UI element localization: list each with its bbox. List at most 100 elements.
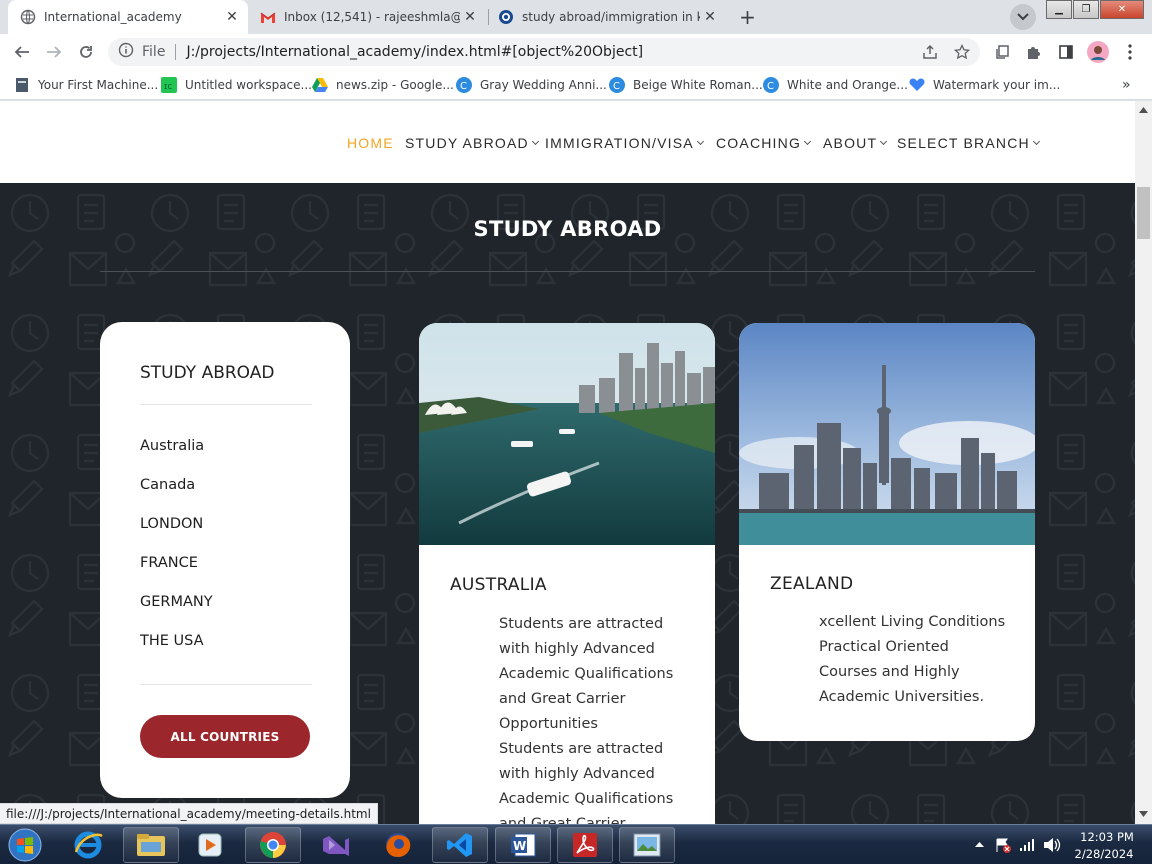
taskbar-firefox[interactable] [370,827,426,863]
destination-card-australia[interactable]: AUSTRALIA Students are attracted with hi… [419,323,715,824]
all-countries-button[interactable]: ALL COUNTRIES [140,715,310,758]
side-panel-button[interactable] [1052,38,1080,66]
info-icon[interactable] [118,42,134,62]
taskbar-media-player[interactable] [182,827,238,863]
description-line: Opportunities [499,716,598,732]
country-link-canada[interactable]: Canada [140,477,195,493]
nav-about[interactable]: ABOUT [823,135,888,151]
taskbar-vscode[interactable] [432,827,488,863]
extensions-button[interactable] [1020,38,1048,66]
country-link-germany[interactable]: GERMANY [140,594,213,610]
taskbar-visual-studio[interactable] [308,827,364,863]
chevron-down-icon [1017,13,1029,21]
chevron-down-icon [880,137,888,146]
tab-search-button[interactable] [1010,4,1036,30]
auckland-skyline-image [739,323,1035,545]
visual-studio-icon [323,836,349,856]
browser-menu-button[interactable] [1116,38,1144,66]
bookmark-item[interactable]: Watermark your im... [909,76,1060,94]
restore-window-button[interactable]: ❐ [1073,0,1099,19]
bookmarks-overflow-button[interactable]: » [1122,76,1131,94]
nav-select-branch[interactable]: SELECT BRANCH [897,135,1040,151]
description-line: Students are attracted [499,741,664,757]
page-icon [14,77,30,93]
clock-time[interactable]: 12:03 PM [1076,830,1138,844]
url-text[interactable]: J:/projects/International_academy/index.… [186,44,643,60]
new-tab-button[interactable]: + [734,4,761,30]
taskbar-word[interactable]: W [495,827,551,863]
taskbar-ie[interactable] [60,827,116,863]
reload-button[interactable] [72,38,100,66]
country-link-usa[interactable]: THE USA [140,633,204,649]
chevron-down-icon [804,137,812,146]
status-bar-url: file:///J:/projects/International_academ… [0,803,378,824]
nav-label: STUDY ABROAD [405,135,529,151]
country-link-london[interactable]: LONDON [140,516,203,532]
section-title: STUDY ABROAD [473,217,662,241]
word-icon: W [511,833,536,857]
tab-study-abroad[interactable]: study abroad/immigration in kera ✕ [486,0,726,34]
scheme-label: File [142,44,166,60]
bookmark-label: news.zip - Google... [336,78,454,92]
system-tray: 12:03 PM 2/28/2024 [965,825,1152,864]
bookmark-item[interactable]: Your First Machine... [14,76,158,94]
country-link-france[interactable]: FRANCE [140,555,198,571]
nav-label: SELECT BRANCH [897,135,1030,151]
forward-button[interactable] [40,38,68,66]
address-bar[interactable]: File J:/projects/International_academy/i… [108,38,980,66]
taskbar-photos[interactable] [619,827,675,863]
close-tab-icon[interactable]: ✕ [460,7,480,27]
destination-description: xcellent Living Conditions Practical Ori… [819,610,1019,710]
volume-icon[interactable] [1043,837,1061,853]
tab-title: International_academy [44,10,182,24]
bookmark-item[interactable]: C Gray Wedding Anni... [456,76,607,94]
nav-study-abroad[interactable]: STUDY ABROAD [405,135,539,151]
taskbar-chrome[interactable] [245,827,301,863]
destination-card-zealand[interactable]: ZEALAND xcellent Living Conditions Pract… [739,323,1035,741]
bookmark-star-button[interactable] [948,38,976,66]
profile-avatar[interactable] [1084,38,1112,66]
nav-home[interactable]: HOME [347,135,394,151]
network-signal-icon[interactable] [1019,838,1035,852]
bookmark-item[interactable]: news.zip - Google... [312,76,454,94]
sidebar-title: STUDY ABROAD [140,363,275,383]
close-window-button[interactable]: ✕ [1100,0,1144,19]
taskbar-explorer[interactable] [123,827,179,863]
scroll-down-icon [1139,811,1148,817]
clock-date[interactable]: 2/28/2024 [1069,847,1139,861]
tab-international-academy[interactable]: International_academy ✕ [8,0,248,34]
action-center-flag-icon[interactable] [995,837,1011,853]
close-tab-icon[interactable]: ✕ [222,7,242,27]
nav-immigration-visa[interactable]: IMMIGRATION/VISA [545,135,704,151]
bookmark-item[interactable]: ɪc Untitled workspace... [161,76,312,94]
start-button[interactable] [2,826,48,864]
taskbar-acrobat[interactable] [557,827,613,863]
show-hidden-icons-icon[interactable] [975,841,984,847]
svg-text:C: C [767,81,774,92]
reading-list-button[interactable] [988,38,1016,66]
page-scrollbar[interactable] [1135,101,1152,824]
description-line: and Great Carrier [499,816,626,824]
bookmark-item[interactable]: C Beige White Roman... [609,76,763,94]
tab-gmail-inbox[interactable]: Inbox (12,541) - rajeeshmla@gma ✕ [248,0,486,34]
puzzle-icon [1028,47,1040,59]
nav-coaching[interactable]: COACHING [716,135,812,151]
description-line: Students are attracted [499,616,664,632]
minimize-window-button[interactable]: ▁ [1046,0,1072,19]
browser-toolbar: File J:/projects/International_academy/i… [0,34,1152,70]
vscode-icon [447,833,472,857]
scrollbar-thumb[interactable] [1137,187,1150,239]
description-line: with highly Advanced [499,766,655,782]
svg-text:C: C [613,81,620,92]
avatar-icon [1087,41,1109,63]
canva-icon: C [763,77,779,93]
back-button[interactable] [8,38,36,66]
destination-description: Students are attracted with highly Advan… [499,612,689,824]
bookmark-item[interactable]: C White and Orange... [763,76,908,94]
windows-taskbar: W 12:03 PM 2/28/2024 [0,824,1152,864]
close-tab-icon[interactable]: ✕ [700,7,720,27]
arrow-right-icon [47,46,62,58]
country-link-australia[interactable]: Australia [140,438,204,454]
share-button[interactable] [916,38,944,66]
nav-label: COACHING [716,135,802,151]
